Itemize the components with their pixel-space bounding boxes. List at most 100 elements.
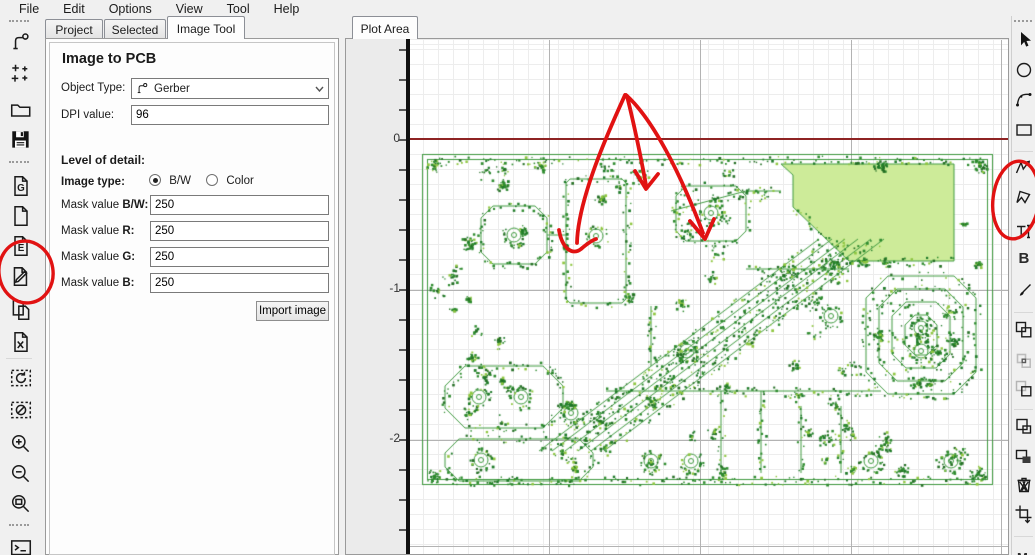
- chevron-down-icon: [311, 79, 328, 98]
- panel-title: Image to PCB: [62, 51, 157, 67]
- axis-tick: [399, 409, 406, 411]
- menu-options[interactable]: Options: [98, 2, 163, 16]
- open-project-icon[interactable]: [7, 96, 35, 124]
- cut-path-icon[interactable]: [1013, 415, 1035, 439]
- polyline-icon[interactable]: [1013, 156, 1035, 180]
- circle-icon[interactable]: [1013, 58, 1035, 82]
- axis-tick: [399, 469, 406, 471]
- save-project-icon[interactable]: [7, 126, 35, 154]
- import-image-button[interactable]: Import image: [256, 301, 329, 321]
- select-icon[interactable]: [1013, 28, 1035, 52]
- level-of-detail-label: Level of detail:: [61, 153, 146, 167]
- dpi-label: DPI value:: [61, 109, 115, 121]
- shell-icon[interactable]: [7, 534, 35, 555]
- menu-bar: File Edit Options View Tool Help: [0, 0, 1035, 17]
- zoom-fit-icon[interactable]: [7, 490, 35, 518]
- tab-selected[interactable]: Selected: [104, 19, 166, 39]
- replot-icon[interactable]: [7, 364, 35, 392]
- tab-plot-area[interactable]: Plot Area: [352, 16, 418, 39]
- mask-bw-label: Mask value B/W:: [61, 199, 149, 211]
- object-type-value: Gerber: [154, 82, 190, 95]
- buffer-icon[interactable]: B: [1013, 246, 1035, 270]
- rectangle-icon[interactable]: [1013, 118, 1035, 142]
- axis-tick: [399, 529, 406, 531]
- mask-b-input[interactable]: [150, 273, 329, 293]
- toolbar-drag-handle: [9, 524, 29, 526]
- toolbar-drag-handle: [1014, 20, 1032, 22]
- mask-r-input[interactable]: [150, 221, 329, 241]
- image-tool-panel: Image to PCB Object Type: Gerber DPI val…: [45, 38, 339, 555]
- geometry-toolbar: B M: [1011, 16, 1035, 555]
- radio-bw[interactable]: [149, 174, 161, 186]
- open-gerber-icon[interactable]: G: [7, 172, 35, 200]
- subtract-icon[interactable]: [1013, 377, 1035, 401]
- grid-major-h: [408, 546, 1008, 547]
- text-icon[interactable]: [1013, 220, 1035, 244]
- intersection-icon[interactable]: [1013, 349, 1035, 373]
- axis-tick: [399, 49, 406, 51]
- object-type-label: Object Type:: [61, 82, 126, 94]
- y-tick-label-m2: -2: [389, 431, 400, 445]
- tab-project[interactable]: Project: [45, 19, 103, 39]
- move-icon[interactable]: M: [1013, 542, 1035, 555]
- import-image-icon[interactable]: [7, 262, 35, 290]
- zoom-out-icon[interactable]: [7, 460, 35, 488]
- toolbar-drag-handle: [9, 161, 29, 163]
- pcb-image: [421, 151, 996, 491]
- axis-tick: [399, 199, 406, 201]
- new-document-icon[interactable]: [7, 202, 35, 230]
- arc-icon[interactable]: [1013, 88, 1035, 112]
- svg-text:G: G: [17, 183, 25, 194]
- image-type-label: Image type:: [61, 176, 125, 188]
- menu-edit[interactable]: Edit: [52, 2, 96, 16]
- y-axis-line: [406, 39, 410, 554]
- toolbar-separator: [1014, 536, 1033, 537]
- svg-text:B: B: [1019, 250, 1030, 267]
- radio-bw-label: B/W: [169, 175, 191, 187]
- dpi-input[interactable]: [131, 105, 329, 125]
- mask-g-input[interactable]: [150, 247, 329, 267]
- gerber-new-icon[interactable]: [7, 28, 35, 56]
- copy-shape-icon[interactable]: [1013, 445, 1035, 469]
- axis-tick: [399, 109, 406, 111]
- mask-r-label: Mask value R:: [61, 225, 135, 237]
- axis-tick: [399, 439, 406, 441]
- axis-tick: [399, 229, 406, 231]
- menu-help[interactable]: Help: [263, 2, 311, 16]
- plot-area: 0 -1 -2: [345, 38, 1009, 555]
- zoom-in-icon[interactable]: [7, 430, 35, 458]
- union-icon[interactable]: [1013, 318, 1035, 342]
- radio-color-label: Color: [226, 175, 254, 187]
- toolbar-drag-handle: [9, 20, 29, 22]
- grid-major-v: [1001, 40, 1002, 554]
- menu-tool[interactable]: Tool: [216, 2, 261, 16]
- axis-tick: [399, 259, 406, 261]
- axis-tick: [399, 499, 406, 501]
- delete-object-icon[interactable]: [7, 328, 35, 356]
- paint-icon[interactable]: [1013, 280, 1035, 304]
- excellon-new-icon[interactable]: [7, 60, 35, 88]
- axis-tick: [399, 319, 406, 321]
- axis-tick: [399, 289, 406, 291]
- mask-bw-input[interactable]: [150, 195, 329, 215]
- tab-image-tool[interactable]: Image Tool: [167, 16, 245, 39]
- svg-text:M: M: [1017, 550, 1028, 555]
- axis-tick: [399, 79, 406, 81]
- transform-icon[interactable]: [1013, 502, 1035, 526]
- mask-g-label: Mask value G:: [61, 251, 136, 263]
- polygon-icon[interactable]: [1013, 186, 1035, 210]
- delete-shape-icon[interactable]: [1013, 473, 1035, 497]
- radio-color[interactable]: [206, 174, 219, 186]
- toolbar-separator: [1014, 312, 1033, 313]
- object-type-select[interactable]: Gerber: [131, 78, 329, 99]
- menu-file[interactable]: File: [8, 2, 50, 16]
- axis-tick: [399, 349, 406, 351]
- open-excellon-icon[interactable]: E: [7, 232, 35, 260]
- copy-object-icon[interactable]: [7, 296, 35, 324]
- clear-plot-icon[interactable]: [7, 396, 35, 424]
- toolbar-separator: [6, 358, 32, 359]
- y-tick-label-m1: -1: [389, 281, 400, 295]
- menu-view[interactable]: View: [165, 2, 214, 16]
- toolbar-separator: [1014, 409, 1033, 410]
- axis-tick: [399, 169, 406, 171]
